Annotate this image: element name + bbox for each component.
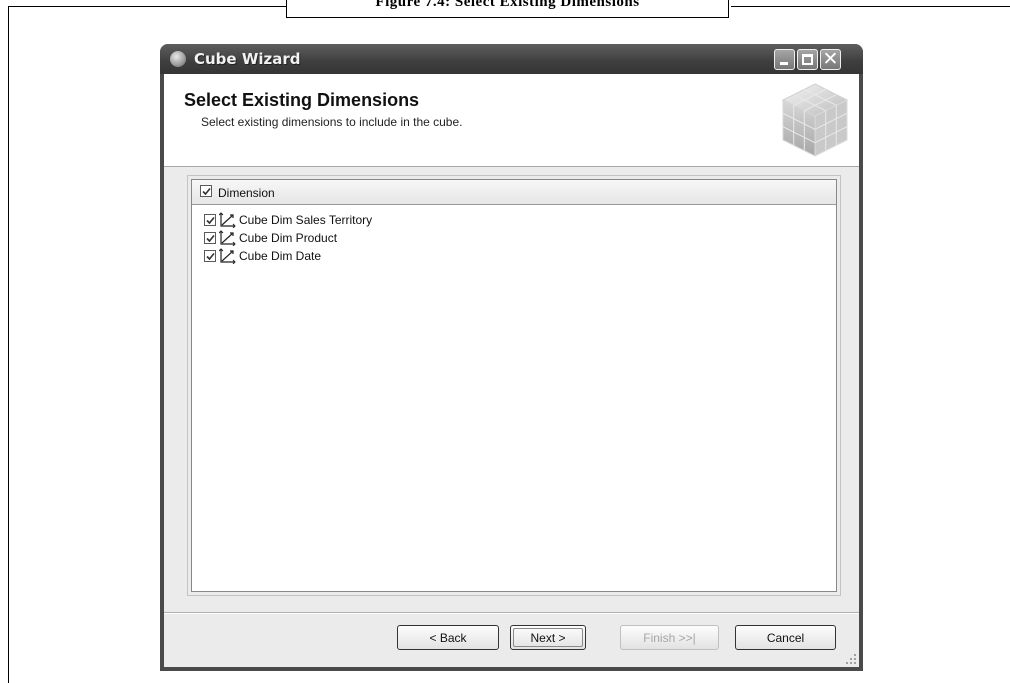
list-column-header[interactable]: Dimension [192,180,836,205]
checkmark-icon [206,234,215,243]
list-item[interactable]: Cube Dim Date [192,247,836,265]
dialog-body: Select Existing Dimensions Select existi… [164,74,859,667]
dimension-icon [219,248,236,264]
checkmark-icon [206,216,215,225]
minimize-button[interactable] [774,49,795,70]
dimension-list[interactable]: Dimension Cube Dim Sales Territory Cube … [191,179,837,592]
title-bar[interactable]: Cube Wizard ✕ [160,44,863,74]
page-title: Select Existing Dimensions [184,90,420,110]
item-checkbox[interactable] [204,214,216,226]
footer-separator-highlight [164,613,859,614]
back-button[interactable]: < Back [397,625,499,650]
cube-icon [781,83,849,157]
figure-frame-top-right [731,6,1010,7]
checkmark-icon [202,187,211,196]
select-all-checkbox[interactable] [200,185,212,197]
list-item-label: Cube Dim Date [239,249,322,263]
resize-grip-icon[interactable] [845,653,857,665]
list-item[interactable]: Cube Dim Product [192,229,836,247]
cancel-button[interactable]: Cancel [735,625,836,650]
close-icon: ✕ [822,48,839,70]
dimension-icon [219,230,236,246]
cube-wizard-window: Cube Wizard ✕ Select Existing Dimensions… [160,44,863,671]
maximize-button[interactable] [797,49,818,70]
minimize-icon [780,62,788,65]
item-checkbox[interactable] [204,250,216,262]
window-title: Cube Wizard [194,50,301,68]
finish-button: Finish >>| [620,625,719,650]
maximize-icon [802,54,813,65]
figure-caption: Figure 7.4: Select Existing Dimensions [286,0,729,18]
figure-frame-left [8,6,9,683]
checkmark-icon [206,252,215,261]
app-icon [170,51,186,67]
item-checkbox[interactable] [204,232,216,244]
dimension-icon [219,212,236,228]
figure-frame-top-left [8,6,286,7]
list-item[interactable]: Cube Dim Sales Territory [192,211,836,229]
page-subtitle: Select existing dimensions to include in… [201,115,463,129]
column-header-dimension: Dimension [218,186,275,200]
close-button[interactable]: ✕ [820,48,841,70]
list-item-label: Cube Dim Product [239,231,338,245]
next-button[interactable]: Next > [510,625,586,650]
list-item-label: Cube Dim Sales Territory [239,213,373,227]
wizard-header: Select Existing Dimensions Select existi… [164,74,859,167]
